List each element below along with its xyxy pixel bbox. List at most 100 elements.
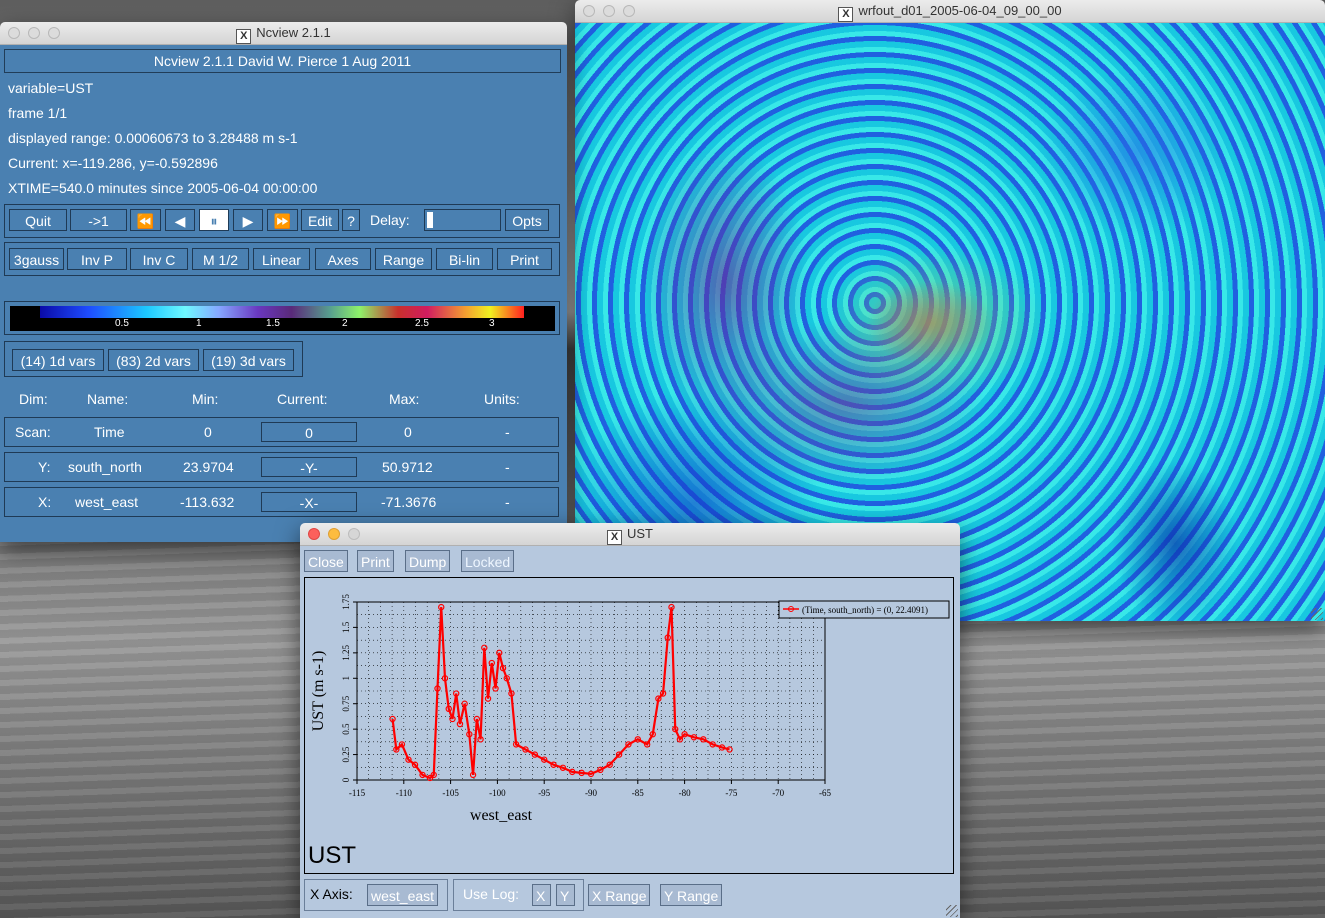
tool-3gauss-button[interactable]: 3gauss xyxy=(9,248,64,270)
print-button[interactable]: Print xyxy=(357,550,394,572)
xrange-button[interactable]: X Range xyxy=(588,884,651,906)
delay-label: Delay: xyxy=(370,212,410,228)
yrange-button[interactable]: Y Range xyxy=(660,884,723,906)
ncview-main-window: X Ncview 2.1.1 Ncview 2.1.1 David W. Pier… xyxy=(0,22,567,542)
vars-3d-button[interactable]: (19) 3d vars xyxy=(203,349,294,371)
zoom-icon[interactable] xyxy=(48,27,60,39)
edit-button[interactable]: Edit xyxy=(301,209,339,231)
delay-slider[interactable] xyxy=(424,209,501,231)
col-name: Name: xyxy=(87,391,129,407)
dim-name: Time xyxy=(94,424,125,440)
dim-min: 23.9704 xyxy=(183,459,234,475)
goto-first-button[interactable]: ->1 xyxy=(70,209,127,231)
tool-inv-c-button[interactable]: Inv C xyxy=(130,248,188,270)
legend-entry: (Time, south_north) = (0, 22.4091) xyxy=(802,605,928,615)
colorbar[interactable]: 0.5 1 1.5 2 2.5 3 xyxy=(10,306,555,331)
variable-label: variable=UST xyxy=(8,80,94,96)
dim-current-field[interactable]: 0 xyxy=(261,422,357,442)
tool-range-button[interactable]: Range xyxy=(375,248,432,270)
colorbar-tick-label: 1.5 xyxy=(266,318,280,329)
dump-button[interactable]: Dump xyxy=(405,550,451,572)
main-titlebar[interactable]: X Ncview 2.1.1 xyxy=(0,22,567,45)
close-icon[interactable] xyxy=(308,528,320,540)
plot-titlebar[interactable]: X UST xyxy=(300,523,960,546)
vars-1d-button[interactable]: (14) 1d vars xyxy=(12,349,104,371)
map-titlebar[interactable]: Xwrfout_d01_2005-06-04_09_00_00 xyxy=(575,0,1325,23)
log-x-toggle[interactable]: X xyxy=(532,884,551,906)
colorbar-tick-label: 3 xyxy=(489,318,495,329)
help-button[interactable]: ? xyxy=(342,209,360,231)
x-axis-label: west_east xyxy=(470,807,533,824)
tool-inv-p-button[interactable]: Inv P xyxy=(67,248,127,270)
quit-button[interactable]: Quit xyxy=(9,209,67,231)
x-tick-label: -85 xyxy=(632,788,644,798)
tool-axes-button[interactable]: Axes xyxy=(315,248,371,270)
ust-plot-window: X UST Close Print Dump Locked -115 -110 -10… xyxy=(300,523,960,918)
frame-label: frame 1/1 xyxy=(8,105,68,121)
x-tick-label: -65 xyxy=(819,788,831,798)
y-tick-label: 1.25 xyxy=(341,644,351,660)
x-tick-label: -110 xyxy=(396,788,413,798)
x-tick-label: -90 xyxy=(585,788,597,798)
y-tick-label: 0.75 xyxy=(341,695,351,711)
close-icon[interactable] xyxy=(8,27,20,39)
vars-2d-button[interactable]: (83) 2d vars xyxy=(108,349,199,371)
close-button[interactable]: Close xyxy=(304,550,348,572)
dim-current-field[interactable]: -Y- xyxy=(261,457,357,477)
main-window-title: Ncview 2.1.1 xyxy=(256,25,331,40)
dim-min: 0 xyxy=(204,424,212,440)
zoom-icon[interactable] xyxy=(348,528,360,540)
colorbar-tick-label: 0.5 xyxy=(115,318,129,329)
dim-label: Y: xyxy=(38,459,51,475)
rewind-icon[interactable]: ⏪ xyxy=(130,209,161,231)
xaxis-label: X Axis: xyxy=(310,886,353,902)
dim-name: south_north xyxy=(68,459,142,475)
zoom-icon[interactable] xyxy=(623,5,635,17)
resize-handle-icon[interactable] xyxy=(946,905,958,917)
uselog-label: Use Log: xyxy=(463,886,520,902)
x-tick-label: -70 xyxy=(772,788,784,798)
dim-name: west_east xyxy=(75,494,139,510)
dim-max: 50.9712 xyxy=(382,459,433,475)
dim-max: 0 xyxy=(404,424,412,440)
map-window-title: wrfout_d01_2005-06-04_09_00_00 xyxy=(858,3,1062,18)
header-label: Ncview 2.1.1 David W. Pierce 1 Aug 2011 xyxy=(4,49,561,73)
ust-line-chart: -115 -110 -105 -100 -95 -90 -85 -80 -75 -70 -65 0 0.… xyxy=(310,594,950,824)
minimize-icon[interactable] xyxy=(28,27,40,39)
close-icon[interactable] xyxy=(583,5,595,17)
xtime-label: XTIME=540.0 minutes since 2005-06-04 00:… xyxy=(8,180,318,196)
plot-area: -115 -110 -105 -100 -95 -90 -85 -80 -75 -70 -65 0 0.… xyxy=(304,577,954,874)
delay-slider-handle[interactable] xyxy=(427,212,433,228)
log-y-toggle[interactable]: Y xyxy=(556,884,575,906)
y-tick-label: 0.25 xyxy=(341,746,351,762)
pause-icon[interactable]: ⏸ xyxy=(199,209,229,231)
col-current: Current: xyxy=(277,391,328,407)
dim-label: Scan: xyxy=(15,424,51,440)
minimize-icon[interactable] xyxy=(328,528,340,540)
fast-forward-icon[interactable]: ⏩ xyxy=(267,209,298,231)
tool-bi-lin-button[interactable]: Bi-lin xyxy=(436,248,493,270)
plot-variable-name: UST xyxy=(308,842,356,869)
resize-handle-icon[interactable] xyxy=(1311,608,1323,620)
tool-linear-button[interactable]: Linear xyxy=(253,248,310,270)
plot-window-title: UST xyxy=(627,526,653,541)
x-tick-label: -75 xyxy=(725,788,737,798)
x11-icon: X xyxy=(236,29,252,44)
tool-print-button[interactable]: Print xyxy=(497,248,552,270)
y-tick-label: 1.75 xyxy=(341,594,351,610)
dim-current-field[interactable]: -X- xyxy=(261,492,357,512)
dim-units: - xyxy=(505,424,510,440)
step-back-icon[interactable]: ◀ xyxy=(165,209,195,231)
dim-min: -113.632 xyxy=(180,494,235,510)
opts-button[interactable]: Opts xyxy=(505,209,549,231)
x-tick-label: -115 xyxy=(349,788,366,798)
colorbar-gradient xyxy=(40,306,524,318)
x-tick-label: -100 xyxy=(489,788,506,798)
minimize-icon[interactable] xyxy=(603,5,615,17)
step-forward-icon[interactable]: ▶ xyxy=(233,209,263,231)
tool-m-1-2-button[interactable]: M 1/2 xyxy=(192,248,249,270)
locked-button[interactable]: Locked xyxy=(461,550,515,572)
xaxis-select[interactable]: west_east xyxy=(367,884,439,906)
colorbar-tick-label: 2.5 xyxy=(415,318,429,329)
y-tick-label: 0.5 xyxy=(341,723,351,735)
